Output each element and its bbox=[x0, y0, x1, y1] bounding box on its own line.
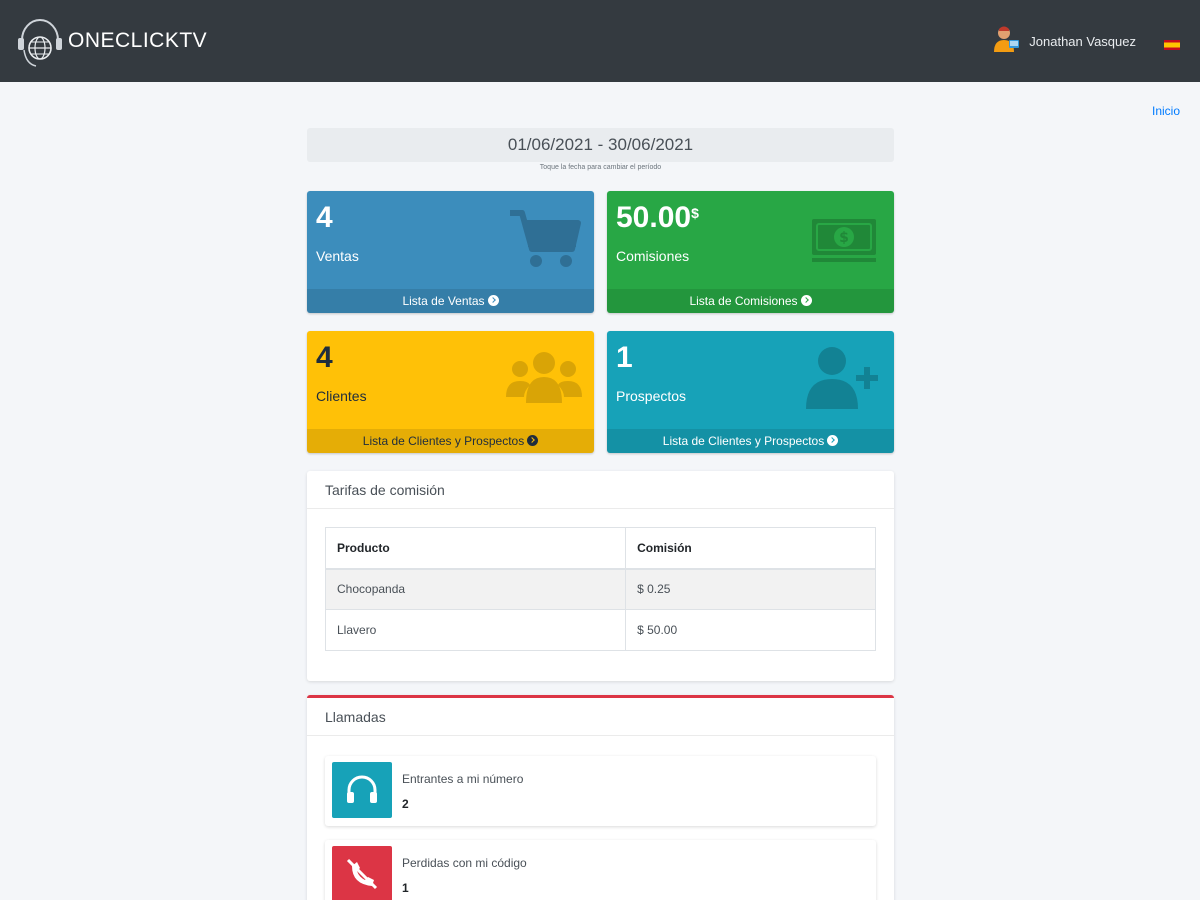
cell-comision: $ 50.00 bbox=[625, 609, 876, 651]
table-row: Llavero $ 50.00 bbox=[324, 609, 876, 651]
ventas-count: 4 bbox=[316, 201, 333, 234]
arrow-circle-right-icon bbox=[827, 435, 839, 446]
entrantes-value: 2 bbox=[402, 797, 409, 811]
cell-producto: Chocopanda bbox=[324, 568, 627, 610]
prospectos-list-link-label: Lista de Clientes y Prospectos bbox=[662, 434, 825, 448]
info-box-entrantes: Entrantes a mi número 2 bbox=[325, 756, 876, 826]
stat-box-comisiones: 50.00$ Comisiones $ Lista de Comisiones bbox=[607, 191, 894, 313]
users-icon bbox=[506, 345, 582, 411]
date-range-hint: Toque la fecha para cambiar el período bbox=[539, 164, 662, 171]
comisiones-list-link[interactable]: Lista de Comisiones bbox=[607, 289, 894, 313]
arrow-circle-right-icon bbox=[527, 435, 539, 446]
arrow-circle-right-icon bbox=[487, 295, 499, 306]
stat-box-ventas: 4 Ventas Lista de Ventas bbox=[307, 191, 594, 313]
tarifas-title: Tarifas de comisión bbox=[307, 471, 894, 509]
comisiones-label: Comisiones bbox=[616, 248, 690, 264]
user-name: Jonathan Vasquez bbox=[1029, 34, 1136, 49]
info-box-perdidas: Perdidas con mi código 1 bbox=[325, 840, 876, 900]
comisiones-value: 50.00 bbox=[616, 201, 692, 234]
cell-comision: $ 0.25 bbox=[625, 568, 876, 610]
table-header-row: Producto Comisión bbox=[324, 527, 876, 570]
comisiones-list-link-label: Lista de Comisiones bbox=[689, 294, 798, 308]
tarifas-card: Tarifas de comisión Producto Comisión Ch… bbox=[307, 471, 894, 681]
user-plus-icon bbox=[806, 345, 882, 411]
prospectos-list-link[interactable]: Lista de Clientes y Prospectos bbox=[607, 429, 894, 453]
tarifas-table: Producto Comisión Chocopanda $ 0.25 Llav… bbox=[324, 527, 876, 651]
prospectos-label: Prospectos bbox=[616, 388, 687, 404]
spain-flag-icon[interactable] bbox=[1164, 37, 1180, 50]
stat-box-clientes: 4 Clientes Lista de Clientes y Prospecto… bbox=[307, 331, 594, 453]
clientes-label: Clientes bbox=[316, 388, 367, 404]
arrow-circle-right-icon bbox=[800, 295, 812, 306]
date-range-picker[interactable]: 01/06/2021 - 30/06/2021 bbox=[307, 128, 894, 162]
comisiones-currency: $ bbox=[691, 205, 699, 221]
money-bill-icon: $ bbox=[806, 205, 882, 271]
breadcrumb-home-link[interactable]: Inicio bbox=[1152, 104, 1180, 118]
user-avatar-icon bbox=[991, 24, 1021, 59]
phone-slash-icon bbox=[332, 846, 392, 900]
user-menu[interactable]: Jonathan Vasquez bbox=[991, 24, 1136, 59]
top-navbar: ONECLICKTV Jonathan Vasquez bbox=[0, 0, 1200, 82]
globe-headset-icon bbox=[14, 10, 66, 72]
entrantes-label: Entrantes a mi número bbox=[402, 772, 524, 786]
clientes-list-link-label: Lista de Clientes y Prospectos bbox=[362, 434, 525, 448]
headphones-icon bbox=[332, 762, 392, 818]
prospectos-count: 1 bbox=[616, 341, 633, 374]
llamadas-card: Llamadas Entrantes a mi número 2 Perdida… bbox=[307, 695, 894, 900]
brand-logo[interactable]: ONECLICKTV bbox=[14, 10, 207, 72]
llamadas-title: Llamadas bbox=[307, 698, 894, 736]
ventas-label: Ventas bbox=[316, 248, 359, 264]
ventas-list-link-label: Lista de Ventas bbox=[402, 294, 485, 308]
perdidas-label: Perdidas con mi código bbox=[402, 856, 527, 870]
cell-producto: Llavero bbox=[324, 609, 627, 651]
comisiones-amount: 50.00$ bbox=[616, 201, 699, 235]
stat-box-prospectos: 1 Prospectos Lista de Clientes y Prospec… bbox=[607, 331, 894, 453]
perdidas-value: 1 bbox=[402, 881, 409, 895]
column-comision: Comisión bbox=[625, 527, 876, 570]
brand-name: ONECLICKTV bbox=[68, 29, 208, 52]
cart-icon bbox=[506, 205, 582, 271]
clientes-list-link[interactable]: Lista de Clientes y Prospectos bbox=[307, 429, 594, 453]
ventas-list-link[interactable]: Lista de Ventas bbox=[307, 289, 594, 313]
svg-text:$: $ bbox=[839, 230, 849, 246]
column-producto: Producto bbox=[324, 527, 627, 570]
clientes-count: 4 bbox=[316, 341, 333, 374]
table-row: Chocopanda $ 0.25 bbox=[324, 568, 876, 610]
